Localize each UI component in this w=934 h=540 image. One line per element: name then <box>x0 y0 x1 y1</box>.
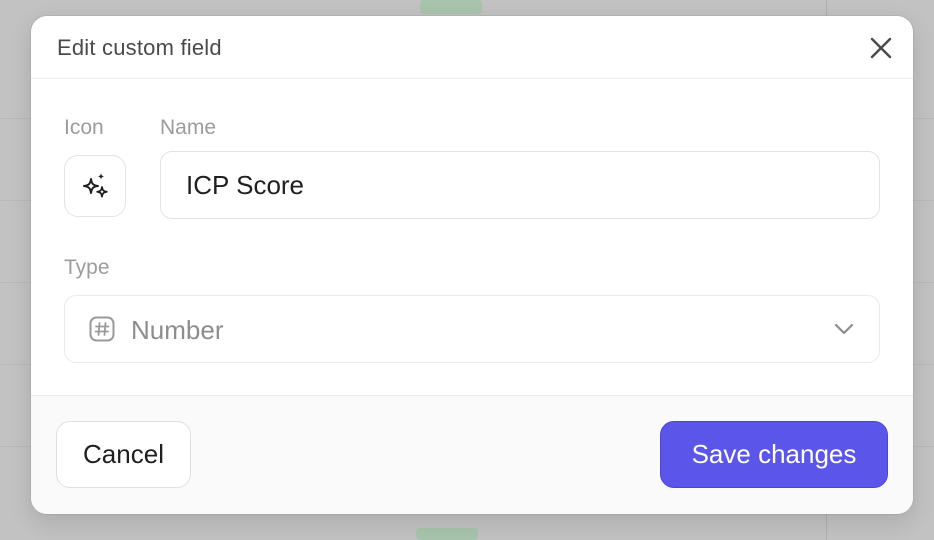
name-label: Name <box>160 116 217 139</box>
close-icon <box>870 37 892 59</box>
cancel-button[interactable]: Cancel <box>56 421 191 488</box>
type-label: Type <box>64 256 110 279</box>
save-changes-button[interactable]: Save changes <box>660 421 888 488</box>
background-tag <box>420 0 482 14</box>
name-input[interactable] <box>160 151 880 219</box>
type-value: Number <box>131 315 224 345</box>
dialog-title: Edit custom field <box>57 35 222 60</box>
icon-label: Icon <box>64 116 104 139</box>
close-button[interactable] <box>867 34 895 62</box>
dialog-header: Edit custom field <box>31 16 913 79</box>
hash-icon <box>89 316 115 342</box>
sparkles-icon <box>83 173 108 198</box>
chevron-down-icon <box>834 323 854 335</box>
dialog-footer: Cancel Save changes <box>31 395 913 514</box>
type-select[interactable]: Number <box>64 295 880 363</box>
icon-picker-button[interactable] <box>64 155 126 217</box>
background-tag <box>416 528 478 540</box>
edit-custom-field-dialog: Edit custom field Icon Name Type Number <box>31 16 913 514</box>
